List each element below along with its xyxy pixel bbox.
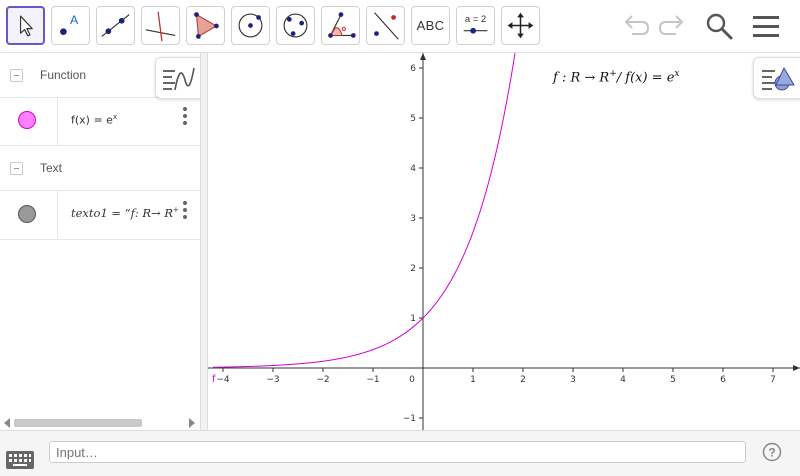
line-through-two-points-icon xyxy=(101,14,130,37)
algebra-view: Function f(x) = ex Text texto1 = “f: R→ … xyxy=(0,53,201,430)
reflect-about-line-icon xyxy=(374,12,399,40)
panel-divider[interactable] xyxy=(200,53,208,430)
undo-icon xyxy=(624,15,650,35)
more-options-icon[interactable] xyxy=(181,107,189,129)
search-button[interactable] xyxy=(700,8,738,44)
y-tick-label: 2 xyxy=(410,264,416,274)
collapse-toggle-text[interactable] xyxy=(10,162,23,175)
y-axis-arrow xyxy=(420,53,426,60)
perpendicular-line-tool-button[interactable] xyxy=(141,6,180,45)
reflect-tool-button[interactable] xyxy=(366,6,405,45)
x-tick-label: 4 xyxy=(620,375,626,385)
x-tick-label: 2 xyxy=(520,375,526,385)
algebra-style-icon xyxy=(163,67,195,91)
algebra-item-function-f[interactable]: f(x) = ex xyxy=(0,97,200,146)
scroll-left-icon[interactable] xyxy=(3,418,11,428)
y-tick-label: 1 xyxy=(410,314,416,324)
toolbar: A ABC a = 2 xyxy=(0,0,800,53)
circle-center-point-tool-button[interactable] xyxy=(231,6,270,45)
group-header-text: Text xyxy=(0,146,200,191)
angle-icon xyxy=(328,12,356,38)
redo-button[interactable] xyxy=(654,8,692,44)
keyboard-icon[interactable] xyxy=(6,451,34,469)
svg-text:?: ? xyxy=(768,446,775,460)
graphics-style-bar-button[interactable] xyxy=(753,57,800,99)
collapse-toggle-function[interactable] xyxy=(10,69,23,82)
menu-button[interactable] xyxy=(747,8,785,44)
group-label: Text xyxy=(40,161,63,175)
search-icon xyxy=(706,13,733,40)
x-tick-label: 6 xyxy=(720,375,726,385)
move-arrows-icon xyxy=(507,12,534,39)
more-options-icon[interactable] xyxy=(181,201,189,223)
point-tool-button[interactable]: A xyxy=(51,6,90,45)
slider-icon: a = 2 xyxy=(463,14,488,34)
redo-icon xyxy=(658,15,684,35)
graph-canvas[interactable]: −4 −3 −2 −1 0 1 2 3 4 5 6 7 6 5 4 3 2 1 −1 f xyxy=(208,53,800,430)
line-tool-button[interactable] xyxy=(96,6,135,45)
algebra-horizontal-scrollbar[interactable] xyxy=(0,415,200,429)
x-tick-label: 1 xyxy=(470,375,476,385)
polygon-icon xyxy=(194,12,219,39)
undo-button[interactable] xyxy=(616,8,654,44)
x-tick-label: −3 xyxy=(266,375,279,385)
y-tick-label: 4 xyxy=(410,164,416,174)
circle-three-points-tool-button[interactable] xyxy=(276,6,315,45)
move-tool-button[interactable] xyxy=(6,6,45,45)
perpendicular-line-icon xyxy=(145,11,176,42)
y-tick-label: 5 xyxy=(410,114,416,124)
text-tool-label: ABC xyxy=(416,18,445,33)
x-tick-label: 7 xyxy=(770,375,776,385)
move-graphics-view-tool-button[interactable] xyxy=(501,6,540,45)
x-axis-arrow xyxy=(793,365,800,371)
circle-three-points-icon xyxy=(283,13,308,38)
menu-icon xyxy=(753,16,779,37)
angle-tool-button[interactable] xyxy=(321,6,360,45)
function-color-dot[interactable] xyxy=(18,111,36,129)
algebra-item-text-texto1[interactable]: texto1 = “f: R→ R+ xyxy=(0,191,200,240)
x-tick-label: −2 xyxy=(316,375,329,385)
graphics-style-icon xyxy=(762,66,795,91)
input-bar: ? xyxy=(0,430,800,476)
y-tick-label: 3 xyxy=(410,214,416,224)
group-label: Function xyxy=(40,68,87,82)
svg-text:A: A xyxy=(70,13,79,27)
arrow-pointer-icon xyxy=(19,15,33,37)
text-tool-button[interactable]: ABC xyxy=(411,6,450,45)
visibility-toggle[interactable] xyxy=(0,97,58,145)
y-tick-label: −1 xyxy=(403,414,416,424)
function-definition[interactable]: f(x) = ex xyxy=(71,113,117,127)
function-f-label[interactable]: f xyxy=(212,374,216,385)
algebra-input-field[interactable] xyxy=(49,441,746,463)
polygon-tool-button[interactable] xyxy=(186,6,225,45)
y-tick-label: 6 xyxy=(410,64,416,74)
formula-text-object[interactable]: f : R → R+/ f(x) = ex xyxy=(553,69,679,85)
text-color-dot[interactable] xyxy=(18,205,36,223)
scrollbar-thumb[interactable] xyxy=(14,419,142,427)
text-definition[interactable]: texto1 = “f: R→ R+ xyxy=(71,206,179,220)
x-tick-label: −4 xyxy=(216,375,230,385)
x-tick-label: 0 xyxy=(409,375,415,385)
x-tick-label: 5 xyxy=(670,375,676,385)
algebra-style-bar-button[interactable] xyxy=(155,57,200,99)
graphics-view[interactable]: −4 −3 −2 −1 0 1 2 3 4 5 6 7 6 5 4 3 2 1 −1 f f : R → R+/ f… xyxy=(208,53,800,430)
x-tick-label: 3 xyxy=(570,375,576,385)
scroll-right-icon[interactable] xyxy=(188,418,196,428)
point-A-icon: A xyxy=(60,13,79,35)
function-f-graph[interactable] xyxy=(212,53,516,368)
svg-text:a = 2: a = 2 xyxy=(465,14,486,25)
x-tick-label: −1 xyxy=(366,375,379,385)
slider-tool-button[interactable]: a = 2 xyxy=(456,6,495,45)
circle-center-icon xyxy=(238,13,263,38)
visibility-toggle[interactable] xyxy=(0,191,58,239)
help-icon[interactable]: ? xyxy=(762,442,782,462)
